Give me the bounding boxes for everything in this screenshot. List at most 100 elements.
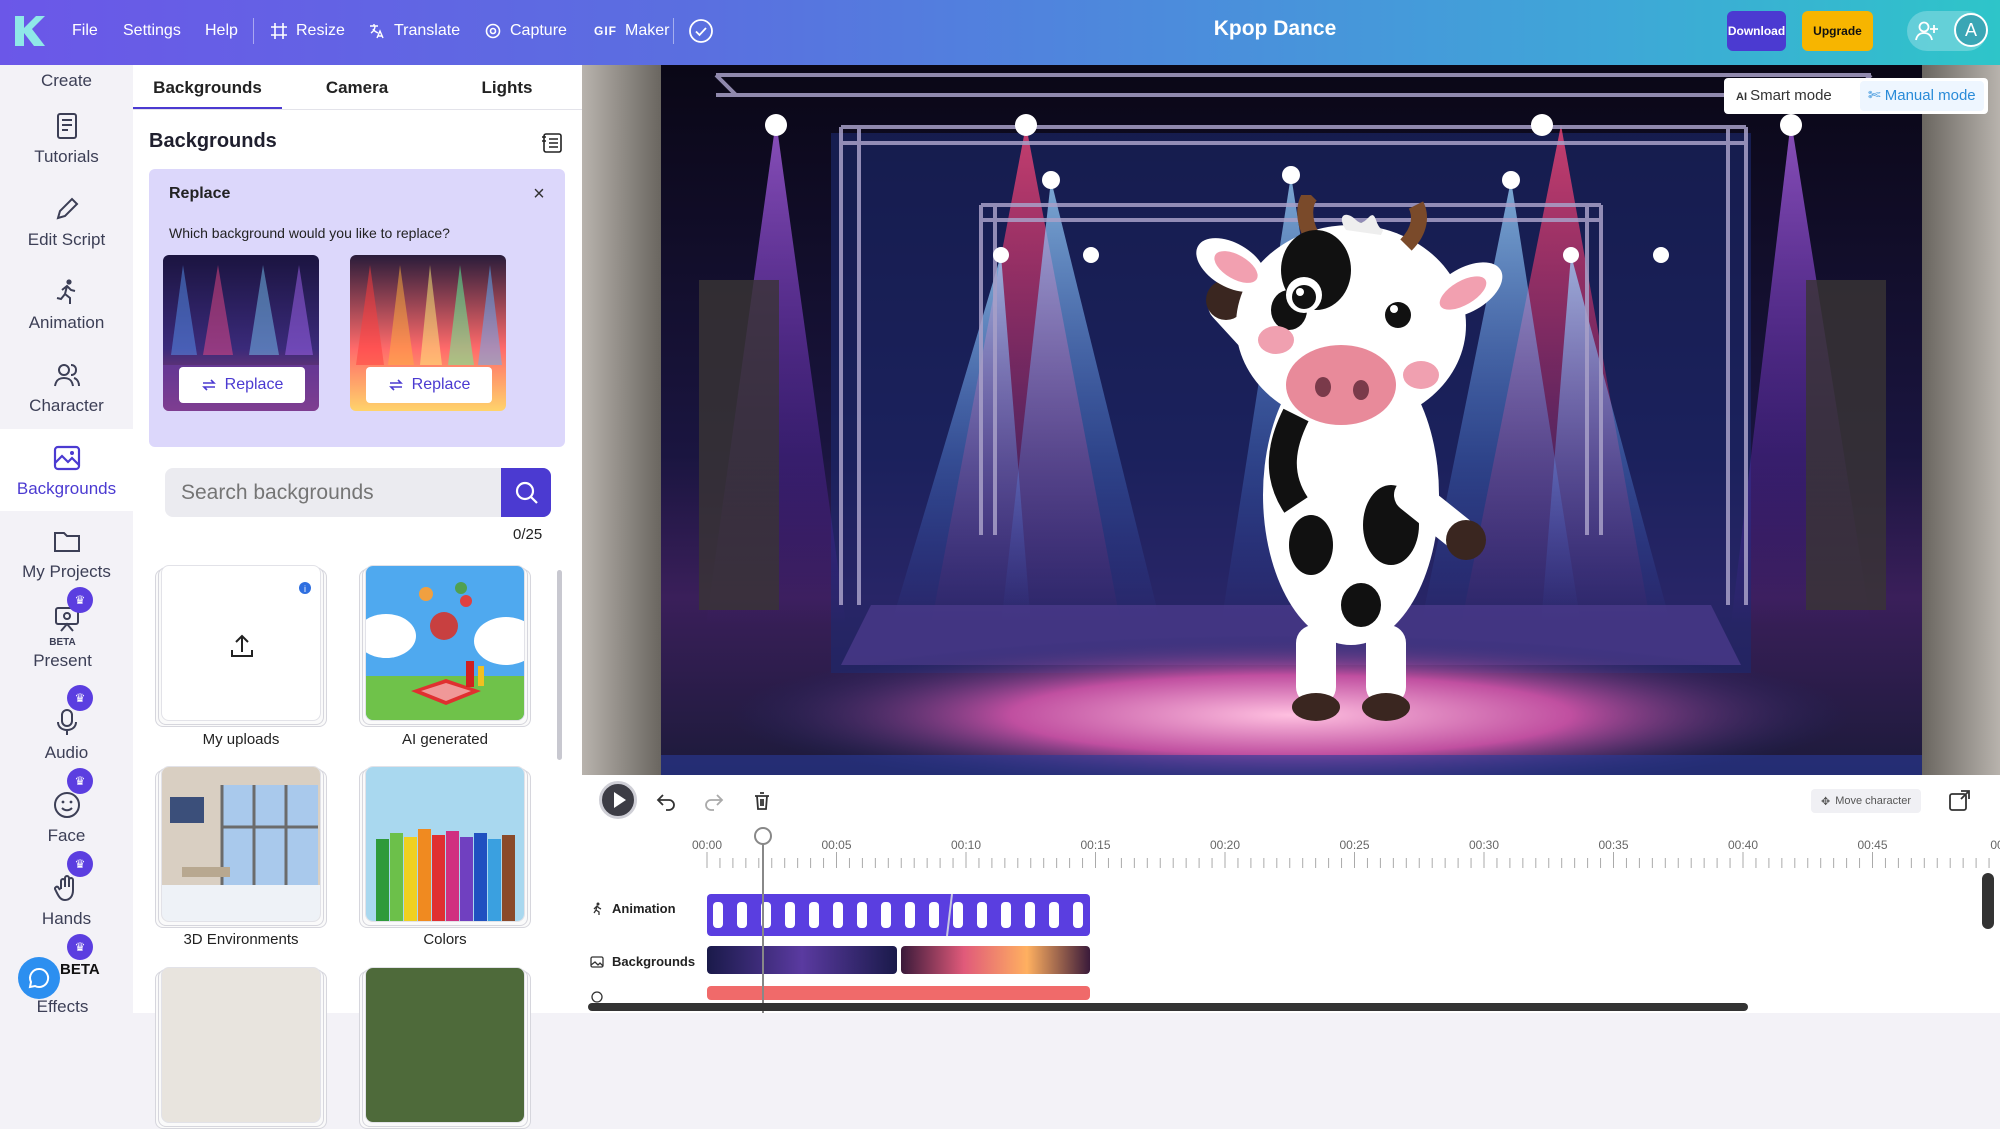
menu-settings[interactable]: Settings [123,0,181,62]
nav-hands[interactable]: Hands [0,859,133,941]
move-character-button[interactable]: ✥ Move character [1811,789,1921,813]
animation-clip[interactable] [707,894,1090,936]
translate-button[interactable]: Translate [368,0,460,62]
panel-title: Backgrounds [149,130,277,152]
panel-scrollbar[interactable] [557,570,562,760]
background-clip[interactable] [707,946,897,974]
translate-icon [370,24,384,39]
nav-present[interactable]: BETA Present [0,595,133,685]
move-icon: ✥ [1820,795,1831,808]
category-ai-generated[interactable] [359,565,531,727]
category-3d-environments[interactable] [155,766,327,928]
nav-present-label: Present [33,651,92,670]
play-button[interactable] [599,781,637,819]
ruler-tick-label: 00:45 [1857,838,1888,852]
project-title[interactable]: Kpop Dance [1100,17,1450,41]
camera-clip[interactable] [707,986,1090,1000]
tab-lights[interactable]: Lights [432,65,582,110]
redo-icon[interactable] [703,790,725,812]
nav-animation-label: Animation [28,313,105,332]
track-label-text: Backgrounds [612,954,696,969]
category-my-uploads[interactable]: i [155,565,327,727]
search-bar [165,468,551,517]
undo-icon[interactable] [655,790,677,812]
app-logo-icon[interactable] [12,14,46,48]
category-card[interactable] [359,967,531,1129]
backgrounds-panel: Backgrounds Camera Lights Backgrounds Re… [133,65,582,1129]
background-thumbnail[interactable]: Replace [350,255,506,411]
nav-edit-script[interactable]: Edit Script [0,180,133,262]
nav-tutorials[interactable]: Tutorials [0,97,133,179]
expand-icon[interactable] [1947,789,1971,813]
horizontal-scrollbar[interactable] [588,1003,1748,1011]
image-icon [590,955,604,968]
replace-title: Replace [169,185,231,202]
nav-my-projects[interactable]: My Projects [0,512,133,594]
capture-button[interactable]: Capture [484,0,567,62]
move-character-label: Move character [1835,795,1912,807]
tab-backgrounds[interactable]: Backgrounds [133,65,282,110]
chat-beta-badge: BETA [60,961,100,978]
premium-crown-icon: ♛ [67,851,93,877]
menu-divider [673,18,674,44]
track-label-text: Animation [612,901,676,916]
resize-label: Resize [296,22,345,39]
stage-right-gutter [1922,65,2000,775]
translate-label: Translate [394,22,461,39]
playhead[interactable] [762,833,764,1013]
playhead-handle[interactable] [754,827,772,845]
smart-mode-button[interactable]: AI Smart mode [1736,87,1832,104]
category-thumbnail [365,967,525,1123]
user-avatar[interactable]: A [1954,13,1988,47]
nav-create[interactable]: Create [0,65,133,95]
tab-camera[interactable]: Camera [282,65,432,110]
replace-button[interactable]: Replace [179,367,305,403]
manual-mode-button[interactable]: ✄ Manual mode [1860,81,1984,111]
nav-create-label: Create [40,71,93,90]
vertical-scrollbar[interactable] [1982,873,1994,929]
nav-face[interactable]: Face [0,776,133,858]
character-icon [53,364,80,387]
category-card[interactable] [155,967,327,1129]
pencil-icon [56,197,78,220]
close-icon[interactable]: × [529,184,549,205]
gif-maker-label: Maker [625,22,670,39]
nav-animation[interactable]: Animation [0,263,133,345]
chat-button[interactable] [18,957,60,999]
nav-my-projects-label: My Projects [22,562,111,581]
download-button[interactable]: Download [1727,11,1786,51]
hand-icon [53,875,74,902]
category-colors[interactable] [359,766,531,928]
folder-icon [53,532,80,552]
wand-icon: ✄ [1868,87,1885,104]
search-button[interactable] [501,468,551,517]
upgrade-button[interactable]: Upgrade [1802,11,1873,51]
gif-maker-button[interactable]: GIF Maker [594,0,669,62]
ruler-tick-label: 00:25 [1339,838,1370,852]
nav-audio-label: Audio [44,743,89,762]
camera-icon [591,991,603,1003]
scene-canvas[interactable] [661,65,1922,775]
nav-backgrounds[interactable]: Backgrounds [0,429,133,511]
nav-edit-script-label: Edit Script [27,230,106,249]
background-thumbnail[interactable]: Replace [163,255,319,411]
nav-character[interactable]: Character [0,346,133,428]
animation-frames [713,894,1083,936]
nav-audio[interactable]: Audio [0,693,133,775]
resize-button[interactable]: Resize [270,0,345,62]
category-label: My uploads [202,731,280,748]
play-icon [614,792,626,808]
search-input[interactable] [165,468,501,517]
background-clip[interactable] [901,946,1090,974]
replace-button[interactable]: Replace [366,367,492,403]
menu-file[interactable]: File [72,0,98,62]
trash-icon[interactable] [751,790,773,812]
stage-left-gutter [582,65,661,775]
menu-help[interactable]: Help [205,0,238,62]
nav-effects[interactable]: Effects [0,989,133,1013]
cow-character[interactable] [1161,195,1541,735]
cloud-saved-icon[interactable] [688,18,714,44]
list-view-icon[interactable] [541,132,563,154]
time-ruler[interactable]: 00:00 00:05 00:10 00:15 00:20 00:25 00:30 00:35… [582,838,2000,868]
nav-face-label: Face [47,826,86,845]
